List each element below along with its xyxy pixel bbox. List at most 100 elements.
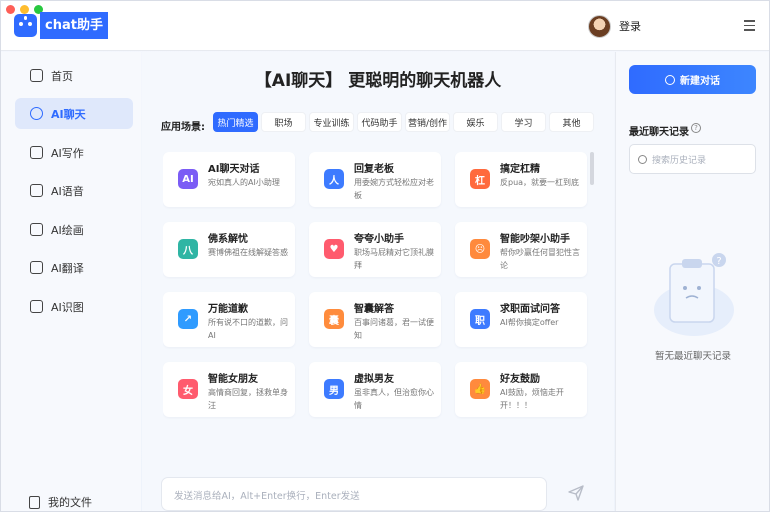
scene-label: 应用场景:: [161, 122, 205, 133]
assistant-card[interactable]: 职求职面试问答 AI帮你搞定offer: [455, 292, 587, 347]
sidebar-item-label: AI识图: [51, 300, 84, 314]
assistant-card-icon: 囊: [324, 309, 344, 329]
assistant-card[interactable]: 囊智囊解答百事问诸葛，君一试便知: [309, 292, 441, 347]
chat-icon: [30, 107, 43, 120]
assistant-card-icon: 男: [324, 379, 344, 399]
file-icon: [29, 495, 40, 509]
assistant-card-desc: 百事问诸葛，君一试便知: [354, 318, 434, 340]
title-bar: chat助手 登录: [1, 1, 769, 51]
assistant-card-title: 虚拟男友: [354, 374, 394, 385]
assistant-card-desc: 反pua，就要一杠到底: [500, 178, 580, 187]
assistant-card-desc: AI鼓励，烦恼走开开！！！: [500, 388, 564, 410]
assistant-card-desc: 帮你吵赢任何冒犯性言论: [500, 248, 580, 270]
empty-history-text: 暂无最近聊天记录: [654, 351, 731, 362]
assistant-card[interactable]: AI AI聊天对话宛如真人的AI小助理: [163, 152, 295, 207]
assistant-card-desc: 职场马屁精对它顶礼膜拜: [354, 248, 434, 270]
assistant-card[interactable]: 杠搞定杠精反pua，就要一杠到底: [455, 152, 587, 207]
minimize-window-button[interactable]: [20, 5, 29, 14]
assistant-card-title: 智囊解答: [354, 304, 394, 315]
assistant-card-icon: 职: [470, 309, 490, 329]
sidebar-item-label: 首页: [51, 69, 73, 83]
help-icon[interactable]: ?: [691, 123, 701, 133]
history-panel: 新建对话 最近聊天记录 ? 搜索历史记录 ? 暂无最近聊天记录: [615, 52, 769, 511]
assistant-card-icon: ♥: [324, 239, 344, 259]
chip-workplace[interactable]: 职场: [261, 112, 306, 132]
assistant-card-title: 回复老板: [354, 164, 394, 175]
assistant-card-desc: 用委婉方式轻松应对老板: [354, 178, 434, 200]
history-search-input[interactable]: 搜索历史记录: [629, 144, 756, 174]
assistant-card-icon: 女: [178, 379, 198, 399]
search-icon: [638, 154, 647, 164]
chip-marketing[interactable]: 营销/创作: [405, 112, 450, 132]
assistant-card[interactable]: 女智能女朋友高情商回复，拯救单身汪: [163, 362, 295, 417]
assistant-card-title: 智能女朋友: [208, 374, 258, 385]
chip-training[interactable]: 专业训练: [309, 112, 354, 132]
sidebar-item-ai-chat[interactable]: AI聊天: [15, 98, 133, 129]
assistant-card-title: 搞定杠精: [500, 164, 540, 175]
sidebar-item-label: AI翻译: [51, 261, 84, 275]
chip-hot[interactable]: 热门精选: [213, 112, 258, 132]
svg-text:?: ?: [716, 256, 721, 267]
plus-icon: [665, 74, 675, 85]
avatar[interactable]: [588, 15, 611, 38]
sidebar-item-label: AI聊天: [51, 107, 86, 121]
assistant-card-desc: 赛博佛祖在线解疑答惑: [208, 248, 288, 257]
assistant-card[interactable]: ↗ 万能道歉 所有说不口的道歉，问AI: [163, 292, 295, 347]
app-window: chat助手 登录 首页 AI聊天 AI写作 AI语音 AI绘画 AI翻译 AI…: [0, 0, 770, 512]
chip-entertainment[interactable]: 娱乐: [453, 112, 498, 132]
sidebar-item-ai-translate[interactable]: AI翻译: [15, 252, 133, 283]
assistant-card-title: 好友鼓励: [500, 374, 540, 385]
assistant-card-title: AI聊天对话: [208, 164, 260, 175]
assistant-card-desc: 所有说不口的道歉，问AI: [208, 318, 288, 340]
sidebar-item-label: AI写作: [51, 146, 84, 160]
scrollbar[interactable]: [590, 152, 594, 185]
sidebar-item-my-files[interactable]: 我的文件: [29, 494, 92, 510]
sidebar-item-ai-painting[interactable]: AI绘画: [15, 214, 133, 245]
assistant-card-title: 智能吵架小助手: [500, 234, 570, 245]
scene-chips: 热门精选 职场 专业训练 代码助手 营销/创作 娱乐 学习 其他: [213, 112, 594, 132]
page-title: 【AI聊天】 更聪明的聊天机器人: [254, 71, 502, 91]
chip-code[interactable]: 代码助手: [357, 112, 402, 132]
send-icon[interactable]: [568, 485, 584, 501]
assistant-card[interactable]: 男虚拟男友虽非真人，但治愈你心情: [309, 362, 441, 417]
assistant-card[interactable]: ☹ 智能吵架小助手帮你吵赢任何冒犯性言论: [455, 222, 587, 277]
assistant-card-desc: 宛如真人的AI小助理: [208, 178, 280, 187]
image-scan-icon: [30, 300, 43, 313]
chip-study[interactable]: 学习: [501, 112, 546, 132]
translate-icon: [30, 261, 43, 274]
assistant-card[interactable]: 👍 好友鼓励 AI鼓励，烦恼走开开！！！: [455, 362, 587, 417]
close-window-button[interactable]: [6, 5, 15, 14]
main-panel: 【AI聊天】 更聪明的聊天机器人 应用场景: 热门精选 职场 专业训练 代码助手…: [142, 52, 614, 511]
assistant-card-desc: 高情商回复，拯救单身汪: [208, 388, 288, 410]
assistant-card-icon: 八: [178, 239, 198, 259]
assistant-card-icon: ☹: [470, 239, 490, 259]
assistant-card-title: 夸夸小助手: [354, 234, 404, 245]
message-input[interactable]: 发送消息给AI，Alt+Enter换行，Enter发送: [161, 477, 547, 511]
assistant-card-icon: 杠: [470, 169, 490, 189]
recent-chats-title: 最近聊天记录: [629, 127, 689, 138]
window-controls: [6, 5, 43, 14]
sidebar-item-label: AI语音: [51, 184, 84, 198]
assistant-card[interactable]: 人回复老板 用委婉方式轻松应对老板: [309, 152, 441, 207]
assistant-card-grid: AI AI聊天对话 宛如真人的AI小助理人回复老板 用委婉方式轻松应对老板杠搞定杠精反…: [163, 152, 593, 420]
chip-other[interactable]: 其他: [549, 112, 594, 132]
assistant-card-title: 佛系解忧: [208, 234, 248, 245]
sidebar-item-home[interactable]: 首页: [15, 60, 133, 91]
sidebar-item-ai-writing[interactable]: AI写作: [15, 137, 133, 168]
palette-icon: [30, 223, 43, 236]
sidebar-item-label: AI绘画: [51, 223, 84, 237]
assistant-card-desc: 虽非真人，但治愈你心情: [354, 388, 434, 410]
assistant-card-icon: ↗: [178, 309, 198, 329]
sidebar-item-ai-voice[interactable]: AI语音: [15, 175, 133, 206]
new-chat-button[interactable]: 新建对话: [629, 65, 756, 94]
assistant-card[interactable]: 八佛系解忧赛博佛祖在线解疑答惑: [163, 222, 295, 277]
hamburger-menu-icon[interactable]: [744, 20, 755, 34]
search-placeholder: 搜索历史记录: [652, 155, 707, 166]
pen-icon: [30, 146, 43, 159]
assistant-card-title: 求职面试问答: [500, 304, 560, 315]
sidebar-item-ai-image-scan[interactable]: AI识图: [15, 291, 133, 322]
assistant-card-icon: AI: [178, 169, 198, 189]
sidebar-item-label: 我的文件: [48, 496, 92, 509]
assistant-card[interactable]: ♥ 夸夸小助手职场马屁精对它顶礼膜拜: [309, 222, 441, 277]
login-link[interactable]: 登录: [619, 18, 641, 34]
